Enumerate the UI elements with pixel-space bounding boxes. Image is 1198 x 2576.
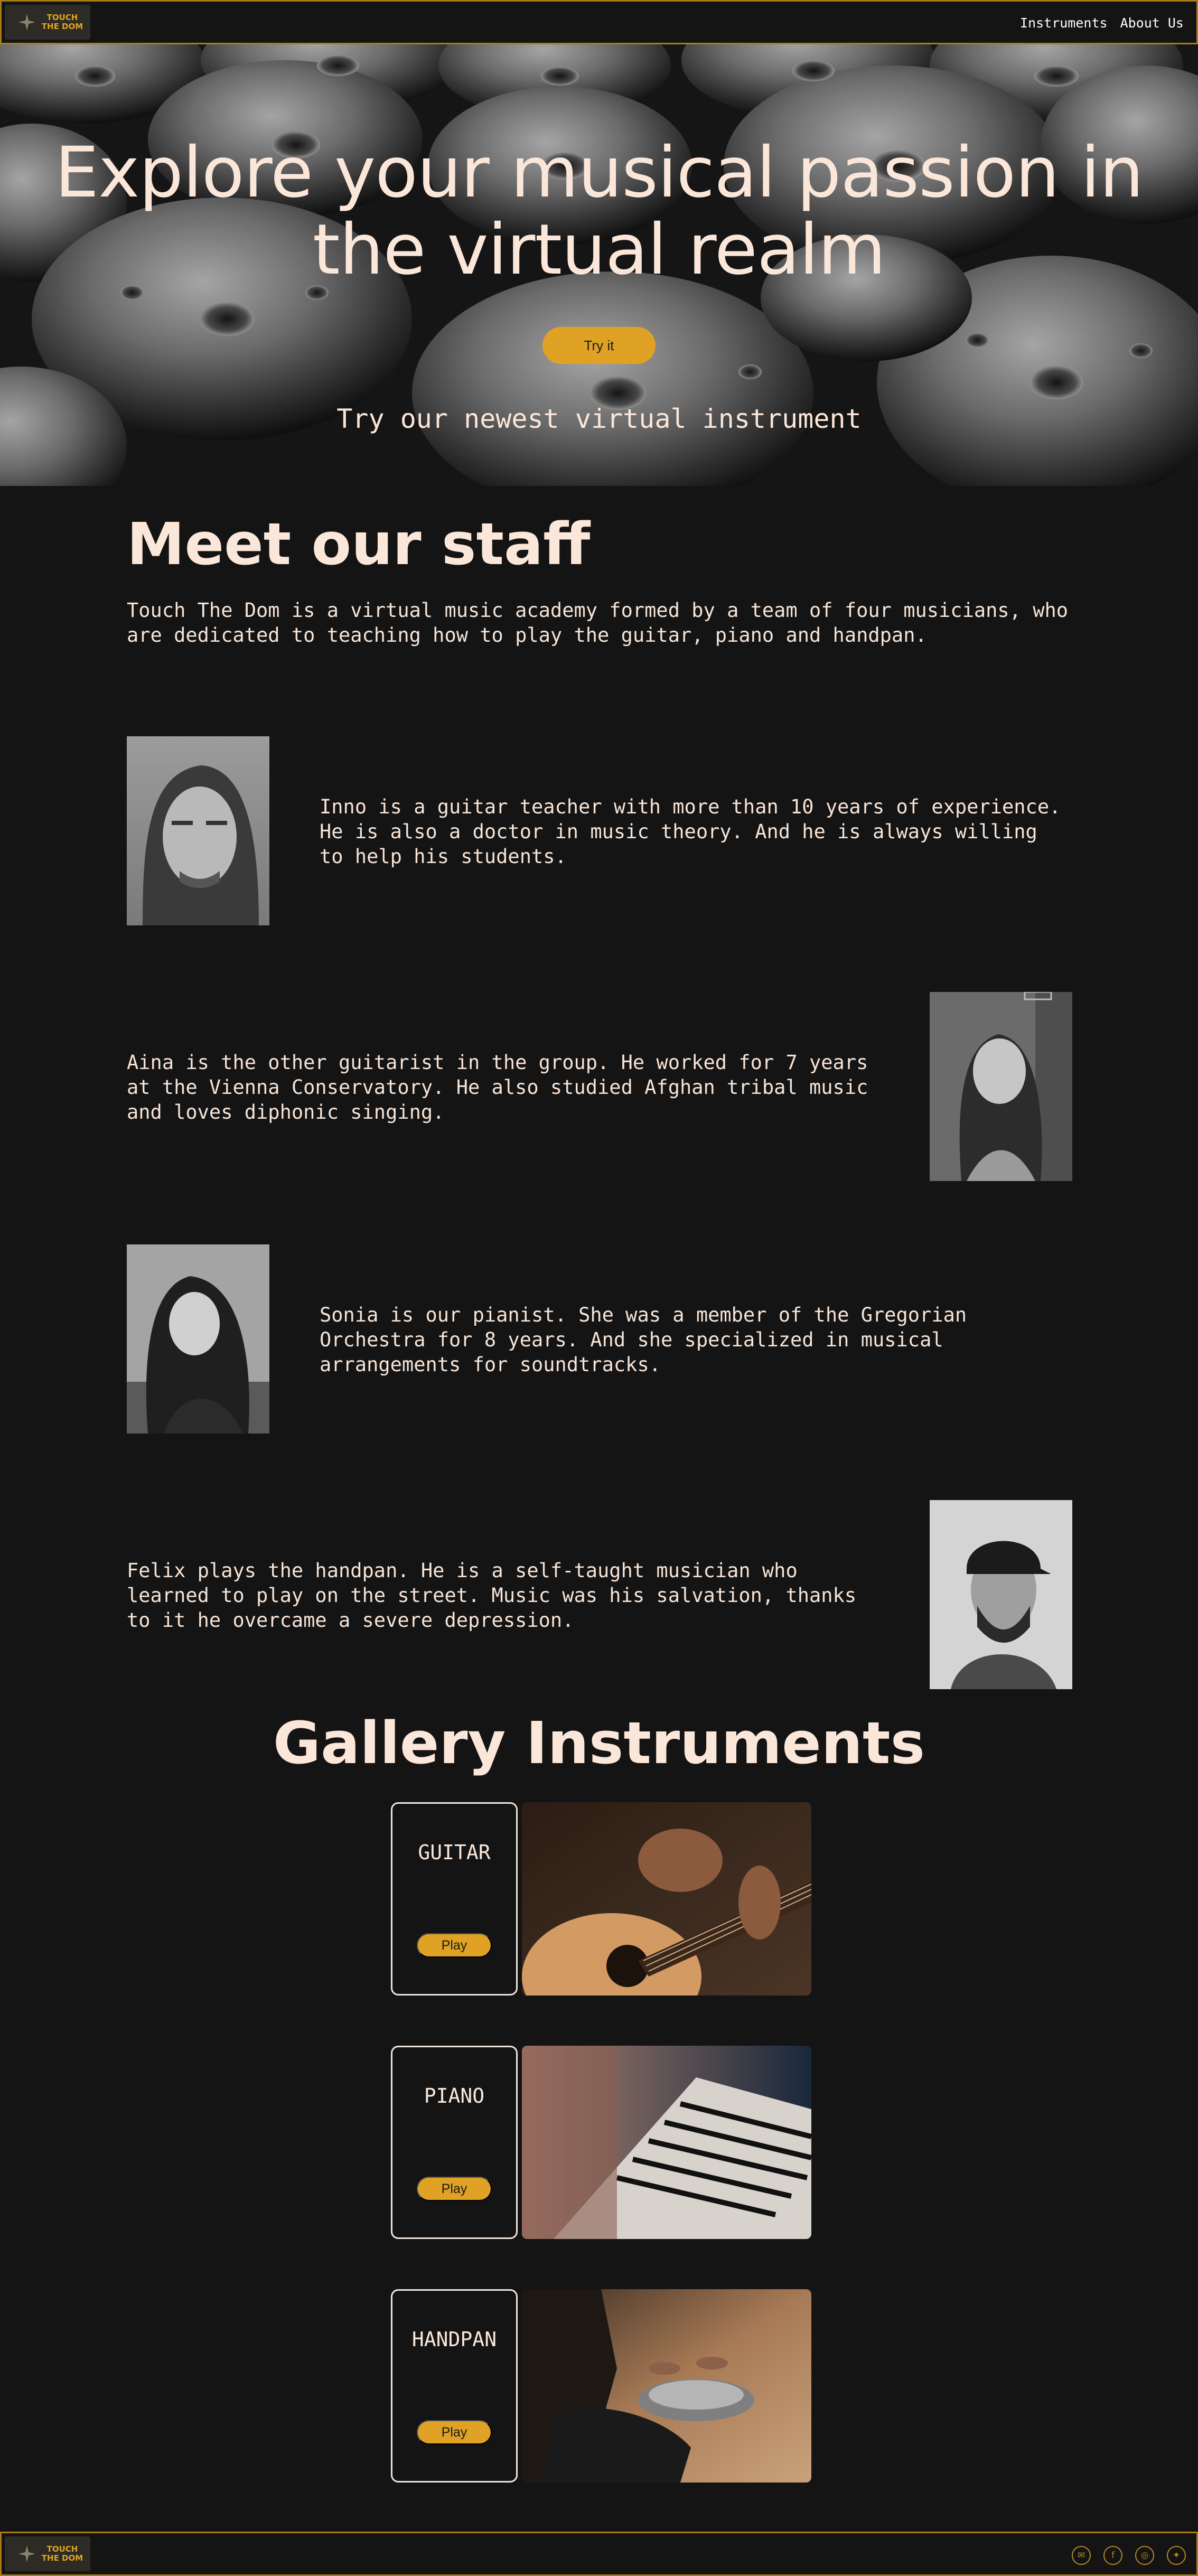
nav-links: Instruments About Us (1020, 15, 1184, 31)
hero-section: Explore your musical passion in the virt… (0, 44, 1198, 486)
brand-line1: TOUCH (46, 13, 78, 22)
nav-link-instruments[interactable]: Instruments (1020, 15, 1108, 31)
play-piano-button[interactable]: Play (417, 2177, 492, 2201)
play-guitar-button[interactable]: Play (417, 1933, 492, 1957)
gallery-title: Gallery Instruments (273, 1709, 925, 1777)
staff-title: Meet our staff (127, 510, 591, 578)
footer-logo-text: TOUCH THE DOM (39, 2545, 86, 2563)
guitar-image (522, 1802, 811, 1996)
staff-bio-felix: Felix plays the handpan. He is a self-ta… (127, 1559, 857, 1632)
facebook-icon[interactable]: f (1103, 2546, 1122, 2565)
hero-title: Explore your musical passion in the virt… (54, 132, 1144, 291)
instagram-icon[interactable]: ◎ (1135, 2546, 1154, 2565)
gallery-card-piano: PIANO Play (391, 2046, 518, 2239)
staff-photo-felix (930, 1500, 1072, 1689)
social-links: ✉ f ◎ ✦ (1072, 2546, 1186, 2565)
piano-image (522, 2046, 811, 2239)
staff-photo-sonia (127, 1244, 269, 1434)
brand-logo-text: TOUCH THE DOM (39, 13, 86, 31)
gallery-card-guitar: GUITAR Play (391, 1802, 518, 1996)
twitter-icon[interactable]: ✦ (1167, 2546, 1186, 2565)
instrument-name: PIANO (424, 2084, 485, 2107)
staff-bio-sonia: Sonia is our pianist. She was a member o… (320, 1304, 967, 1376)
play-handpan-button[interactable]: Play (417, 2420, 492, 2444)
star-icon (18, 14, 35, 31)
staff-intro: Touch The Dom is a virtual music academy… (127, 599, 1069, 647)
instrument-name: GUITAR (418, 1841, 491, 1864)
handpan-image (522, 2289, 811, 2483)
hero-subtitle: Try our newest virtual instrument (336, 404, 862, 434)
footer: TOUCH THE DOM ✉ f ◎ ✦ (0, 2532, 1198, 2576)
brand-line2: THE DOM (41, 2553, 83, 2563)
try-it-button[interactable]: Try it (542, 327, 656, 364)
staff-bio-inno: Inno is a guitar teacher with more than … (320, 795, 1061, 868)
gallery-card-handpan: HANDPAN Play (391, 2289, 518, 2483)
navbar: TOUCH THE DOM Instruments About Us (0, 0, 1198, 44)
brand-line1: TOUCH (46, 2544, 78, 2554)
instrument-name: HANDPAN (411, 2328, 497, 2351)
staff-photo-aina (930, 992, 1072, 1181)
star-icon (18, 2545, 35, 2562)
email-icon[interactable]: ✉ (1072, 2546, 1091, 2565)
staff-bio-aina: Aina is the other guitarist in the group… (127, 1051, 868, 1123)
footer-logo[interactable]: TOUCH THE DOM (5, 2536, 90, 2571)
brand-logo[interactable]: TOUCH THE DOM (5, 5, 90, 40)
staff-photo-inno (127, 736, 269, 925)
brand-line2: THE DOM (41, 22, 83, 31)
nav-link-about[interactable]: About Us (1120, 15, 1184, 31)
